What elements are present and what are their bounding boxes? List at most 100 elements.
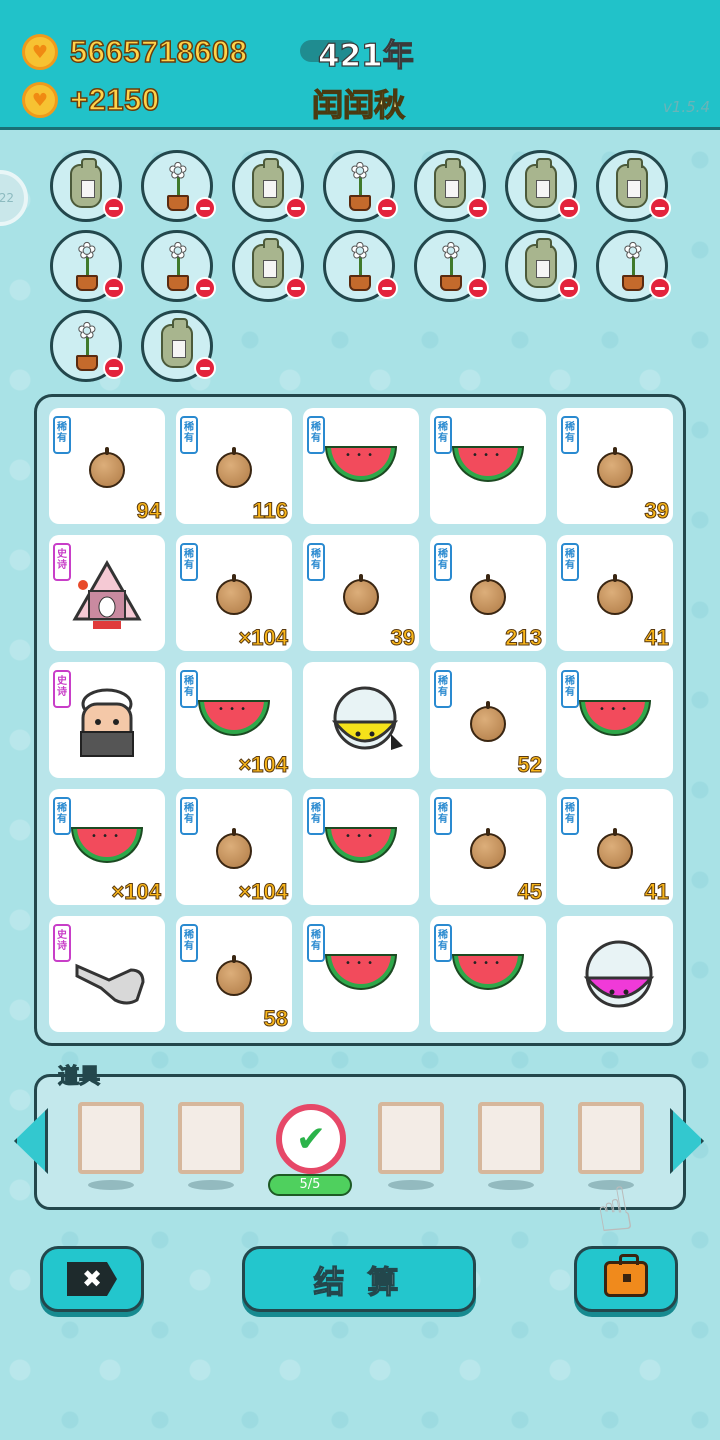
remove-icon[interactable]	[467, 277, 489, 299]
item-card[interactable]: 稀有	[430, 916, 546, 1032]
potted-flower-icon: ✿	[612, 240, 652, 291]
coconut-icon	[470, 574, 506, 615]
tool-slot-1[interactable]	[78, 1102, 144, 1174]
item-card[interactable]: 稀有	[303, 789, 419, 905]
rarity-tag: 稀有	[434, 416, 452, 454]
item-card[interactable]: 稀有 41	[557, 789, 673, 905]
item-card[interactable]: 稀有	[303, 408, 419, 524]
coconut-icon	[89, 447, 125, 488]
flower-token[interactable]: ✿	[323, 150, 398, 222]
coconut-icon	[470, 828, 506, 869]
seed-bag-token[interactable]	[50, 150, 125, 222]
remove-icon[interactable]	[558, 277, 580, 299]
tool-slot-4[interactable]	[378, 1102, 444, 1174]
rarity-tag: 稀有	[434, 543, 452, 581]
item-count: 213	[505, 625, 543, 651]
item-card[interactable]: 稀有 39	[557, 408, 673, 524]
close-button[interactable]: ✖	[40, 1246, 144, 1312]
flower-token[interactable]: ✿	[323, 230, 398, 302]
watermelon-icon	[325, 827, 397, 863]
item-card[interactable]: 稀有	[430, 408, 546, 524]
remove-icon[interactable]	[649, 277, 671, 299]
rarity-tag: 史诗	[53, 543, 71, 581]
potted-flower-icon: ✿	[339, 240, 379, 291]
seed-bag-icon	[616, 158, 648, 208]
tool-slot-2[interactable]	[178, 1102, 244, 1174]
tool-slot-shadow	[388, 1180, 434, 1190]
tool-slot-5[interactable]	[478, 1102, 544, 1174]
inventory-button[interactable]	[574, 1246, 678, 1312]
item-count: 39	[644, 498, 670, 524]
item-card[interactable]: 稀有 39	[303, 535, 419, 651]
seed-bag-token[interactable]	[596, 150, 671, 222]
item-card[interactable]: 稀有	[557, 662, 673, 778]
rarity-tag: 稀有	[434, 924, 452, 962]
item-card[interactable]: 稀有 58	[176, 916, 292, 1032]
remove-icon[interactable]	[103, 357, 125, 379]
remove-icon[interactable]	[467, 197, 489, 219]
potted-flower-icon: ✿	[157, 160, 197, 211]
seed-bag-token[interactable]	[505, 150, 580, 222]
seed-bag-token[interactable]	[414, 150, 489, 222]
coconut-icon	[597, 447, 633, 488]
seed-bag-icon	[525, 158, 557, 208]
item-card[interactable]: 史诗	[49, 535, 165, 651]
remove-icon[interactable]	[194, 357, 216, 379]
tool-slot-shadow	[88, 1180, 134, 1190]
remove-icon[interactable]	[376, 197, 398, 219]
rarity-tag: 稀有	[307, 797, 325, 835]
item-count: 41	[644, 625, 670, 651]
item-card[interactable]: 稀有 ×104	[49, 789, 165, 905]
item-count: 52	[517, 752, 543, 778]
settle-button[interactable]: 结 算	[242, 1246, 476, 1312]
item-card[interactable]: 史诗	[49, 916, 165, 1032]
remove-icon[interactable]	[103, 277, 125, 299]
coconut-icon	[597, 574, 633, 615]
rarity-tag: 稀有	[53, 416, 71, 454]
remove-icon[interactable]	[285, 197, 307, 219]
flower-token[interactable]: ✿	[596, 230, 671, 302]
checkmark-icon[interactable]: ✔	[276, 1104, 346, 1174]
flower-token[interactable]: ✿	[50, 310, 125, 382]
item-card[interactable]: 稀有	[303, 916, 419, 1032]
item-card[interactable]: 稀有 116	[176, 408, 292, 524]
watermelon-icon	[71, 827, 143, 863]
item-card[interactable]: 稀有 41	[557, 535, 673, 651]
seed-bag-token[interactable]	[232, 150, 307, 222]
remove-icon[interactable]	[285, 277, 307, 299]
item-card[interactable]: 稀有 45	[430, 789, 546, 905]
item-card[interactable]: 稀有 52	[430, 662, 546, 778]
item-card[interactable]: 稀有 ×104	[176, 789, 292, 905]
flower-token[interactable]: ✿	[50, 230, 125, 302]
pointing-hand-icon	[71, 936, 145, 1016]
item-card[interactable]	[557, 916, 673, 1032]
capsule-yellow-icon	[325, 682, 403, 762]
remove-icon[interactable]	[558, 197, 580, 219]
rarity-tag: 稀有	[307, 543, 325, 581]
remove-icon[interactable]	[649, 197, 671, 219]
seed-bag-token[interactable]	[505, 230, 580, 302]
item-count: 41	[644, 879, 670, 905]
flower-token[interactable]: ✿	[141, 230, 216, 302]
item-card[interactable]: 史诗	[49, 662, 165, 778]
tool-slot-6[interactable]	[578, 1102, 644, 1174]
remove-icon[interactable]	[103, 197, 125, 219]
seed-bag-token[interactable]	[141, 310, 216, 382]
remove-icon[interactable]	[376, 277, 398, 299]
item-count: 58	[263, 1006, 289, 1032]
remove-icon[interactable]	[194, 277, 216, 299]
item-card[interactable]: 稀有 213	[430, 535, 546, 651]
seed-bag-icon	[161, 318, 193, 368]
flower-token[interactable]: ✿	[414, 230, 489, 302]
flower-token[interactable]: ✿	[141, 150, 216, 222]
item-card[interactable]: 稀有 94	[49, 408, 165, 524]
remove-icon[interactable]	[194, 197, 216, 219]
item-card[interactable]: 稀有 ×104	[176, 662, 292, 778]
item-count: ×104	[238, 879, 289, 905]
potted-flower-icon: ✿	[430, 240, 470, 291]
rarity-tag: 稀有	[53, 797, 71, 835]
coin-icon: ♥	[22, 34, 58, 70]
seed-bag-token[interactable]	[232, 230, 307, 302]
item-card[interactable]	[303, 662, 419, 778]
item-card[interactable]: 稀有 ×104	[176, 535, 292, 651]
